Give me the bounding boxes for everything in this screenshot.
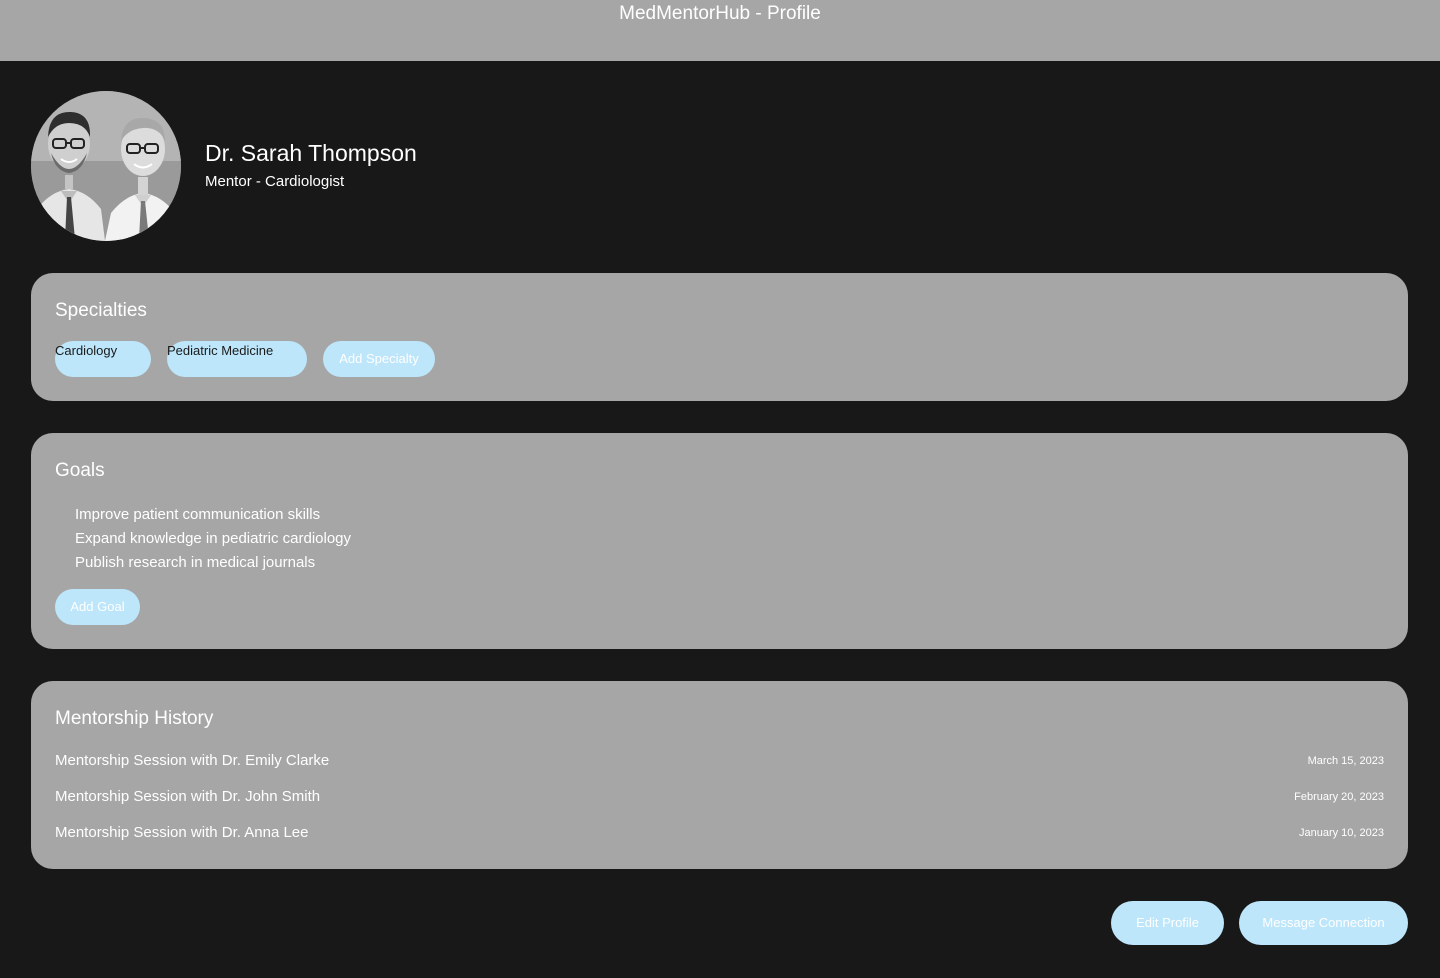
profile-name: Dr. Sarah Thompson — [205, 140, 417, 166]
goal-item: Publish research in medical journals — [75, 554, 316, 571]
session-date: February 20, 2023 — [1294, 791, 1384, 803]
goals-list: Improve patient communication skills Exp… — [75, 503, 351, 575]
session-title: Mentorship Session with Dr. Anna Lee — [55, 824, 309, 841]
app-title: MedMentorHub - Profile — [619, 3, 821, 24]
goals-title: Goals — [55, 460, 105, 481]
goals-card: Goals Improve patient communication skil… — [31, 433, 1408, 649]
profile-header: Dr. Sarah Thompson Mentor - Cardiologist — [31, 91, 631, 241]
mentorship-history-card: Mentorship History Mentorship Session wi… — [31, 681, 1408, 869]
session-date: January 10, 2023 — [1298, 827, 1384, 839]
specialties-card: Specialties Cardiology Pediatric Medicin… — [31, 273, 1408, 401]
specialty-tag-label: Cardiology — [55, 343, 118, 358]
avatar — [31, 91, 181, 241]
session-title: Mentorship Session with Dr. Emily Clarke — [55, 752, 330, 769]
specialty-tag-pediatric-medicine: Pediatric Medicine — [167, 341, 307, 377]
mentorship-history-title: Mentorship History — [55, 708, 214, 729]
goal-item: Improve patient communication skills — [75, 506, 321, 523]
top-bar: MedMentorHub - Profile — [0, 0, 1440, 61]
edit-profile-button[interactable]: Edit Profile — [1111, 901, 1224, 945]
session-title: Mentorship Session with Dr. John Smith — [55, 788, 321, 805]
message-connection-button[interactable]: Message Connection — [1239, 901, 1408, 945]
add-goal-button[interactable]: Add Goal — [55, 589, 140, 625]
profile-photo-icon — [31, 91, 181, 241]
history-row: Mentorship Session with Dr. Emily Clarke… — [55, 749, 1384, 773]
specialty-tag-label: Pediatric Medicine — [167, 343, 274, 358]
add-specialty-button[interactable]: Add Specialty — [323, 341, 435, 377]
session-date: March 15, 2023 — [1307, 755, 1384, 767]
specialties-title: Specialties — [55, 300, 147, 321]
history-row: Mentorship Session with Dr. Anna Lee Jan… — [55, 821, 1384, 845]
profile-role: Mentor - Cardiologist — [205, 173, 345, 190]
goal-item: Expand knowledge in pediatric cardiology — [75, 530, 352, 547]
history-row: Mentorship Session with Dr. John Smith F… — [55, 785, 1384, 809]
specialty-tag-cardiology: Cardiology — [55, 341, 151, 377]
